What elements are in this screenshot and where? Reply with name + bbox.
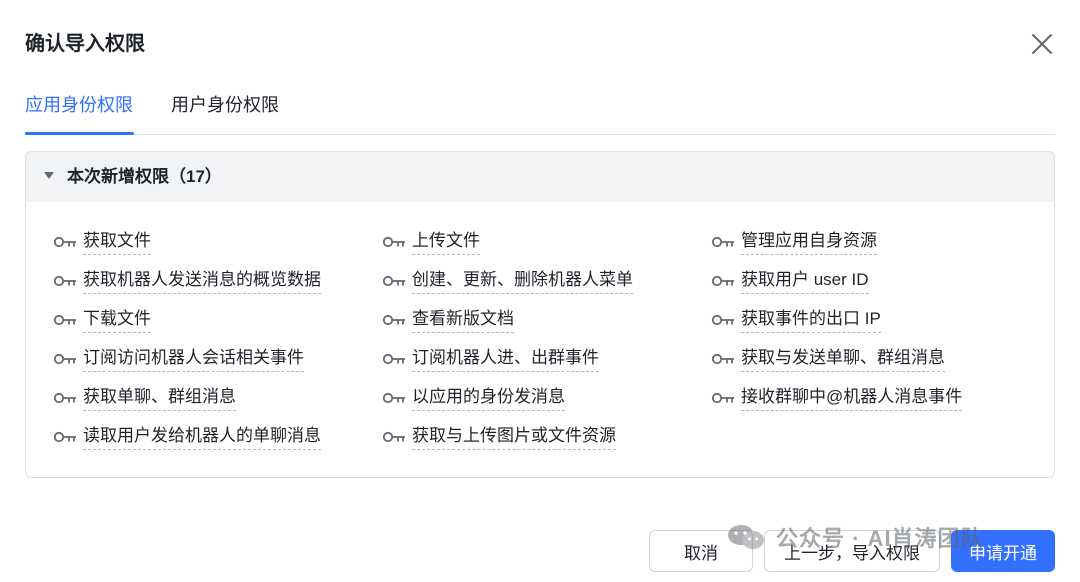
- key-icon: [382, 313, 406, 327]
- apply-button[interactable]: 申请开通: [951, 530, 1055, 572]
- key-icon: [382, 430, 406, 444]
- tab-user-permissions[interactable]: 用户身份权限: [171, 92, 279, 118]
- permission-item: 创建、更新、删除机器人菜单: [382, 268, 633, 294]
- permission-item: 以应用的身份发消息: [382, 385, 565, 411]
- key-icon: [711, 274, 735, 288]
- permission-item: 查看新版文档: [382, 307, 514, 333]
- permission-item: 管理应用自身资源: [711, 229, 877, 255]
- tab-app-permissions[interactable]: 应用身份权限: [25, 92, 133, 118]
- permission-label[interactable]: 上传文件: [412, 229, 480, 255]
- close-icon: [1028, 30, 1056, 58]
- key-icon: [711, 391, 735, 405]
- active-tab-indicator: [25, 132, 134, 135]
- permission-label[interactable]: 以应用的身份发消息: [412, 385, 565, 411]
- tab-bar: 应用身份权限 用户身份权限: [25, 88, 1055, 135]
- permission-label[interactable]: 订阅访问机器人会话相关事件: [83, 346, 304, 372]
- permission-label[interactable]: 读取用户发给机器人的单聊消息: [83, 424, 321, 450]
- permission-item: 获取事件的出口 IP: [711, 307, 881, 333]
- permission-label[interactable]: 获取与上传图片或文件资源: [412, 424, 616, 450]
- key-icon: [53, 235, 77, 249]
- key-icon: [53, 352, 77, 366]
- permission-label[interactable]: 获取单聊、群组消息: [83, 385, 236, 411]
- permission-label[interactable]: 获取文件: [83, 229, 151, 255]
- key-icon: [53, 430, 77, 444]
- dialog-title: 确认导入权限: [25, 33, 145, 55]
- permission-label[interactable]: 订阅机器人进、出群事件: [412, 346, 599, 372]
- section-header[interactable]: 本次新增权限（17）: [26, 152, 1054, 202]
- permission-item: 获取与上传图片或文件资源: [382, 424, 616, 450]
- permission-label[interactable]: 下载文件: [83, 307, 151, 333]
- key-icon: [382, 391, 406, 405]
- permission-label[interactable]: 管理应用自身资源: [741, 229, 877, 255]
- key-icon: [711, 235, 735, 249]
- permission-item: 下载文件: [53, 307, 151, 333]
- permission-item: 接收群聊中@机器人消息事件: [711, 385, 963, 411]
- close-button[interactable]: [1028, 30, 1056, 58]
- permission-label[interactable]: 接收群聊中@机器人消息事件: [741, 385, 963, 411]
- permission-label[interactable]: 查看新版文档: [412, 307, 514, 333]
- permission-item: 读取用户发给机器人的单聊消息: [53, 424, 321, 450]
- key-icon: [53, 391, 77, 405]
- permission-item: 获取文件: [53, 229, 151, 255]
- previous-step-button[interactable]: 上一步，导入权限: [764, 530, 940, 572]
- permission-label[interactable]: 创建、更新、删除机器人菜单: [412, 268, 633, 294]
- permission-item: 订阅访问机器人会话相关事件: [53, 346, 304, 372]
- permission-label[interactable]: 获取与发送单聊、群组消息: [741, 346, 945, 372]
- permission-item: 获取单聊、群组消息: [53, 385, 236, 411]
- permission-item: 获取与发送单聊、群组消息: [711, 346, 945, 372]
- section-title: 本次新增权限（17）: [67, 167, 222, 186]
- key-icon: [711, 313, 735, 327]
- permission-item: 上传文件: [382, 229, 480, 255]
- key-icon: [382, 352, 406, 366]
- key-icon: [53, 274, 77, 288]
- permission-label[interactable]: 获取用户 user ID: [741, 268, 869, 294]
- permissions-panel: 本次新增权限（17） 获取文件 获取机器人发送消息的概览数据 下载文件 订阅访问…: [25, 151, 1055, 478]
- key-icon: [53, 313, 77, 327]
- permission-item: 订阅机器人进、出群事件: [382, 346, 599, 372]
- cancel-button[interactable]: 取消: [649, 530, 753, 572]
- caret-down-icon: [44, 172, 54, 179]
- permission-item: 获取机器人发送消息的概览数据: [53, 268, 321, 294]
- permission-item: 获取用户 user ID: [711, 268, 869, 294]
- key-icon: [711, 352, 735, 366]
- permission-label[interactable]: 获取机器人发送消息的概览数据: [83, 268, 321, 294]
- key-icon: [382, 235, 406, 249]
- key-icon: [382, 274, 406, 288]
- permission-label[interactable]: 获取事件的出口 IP: [741, 307, 881, 333]
